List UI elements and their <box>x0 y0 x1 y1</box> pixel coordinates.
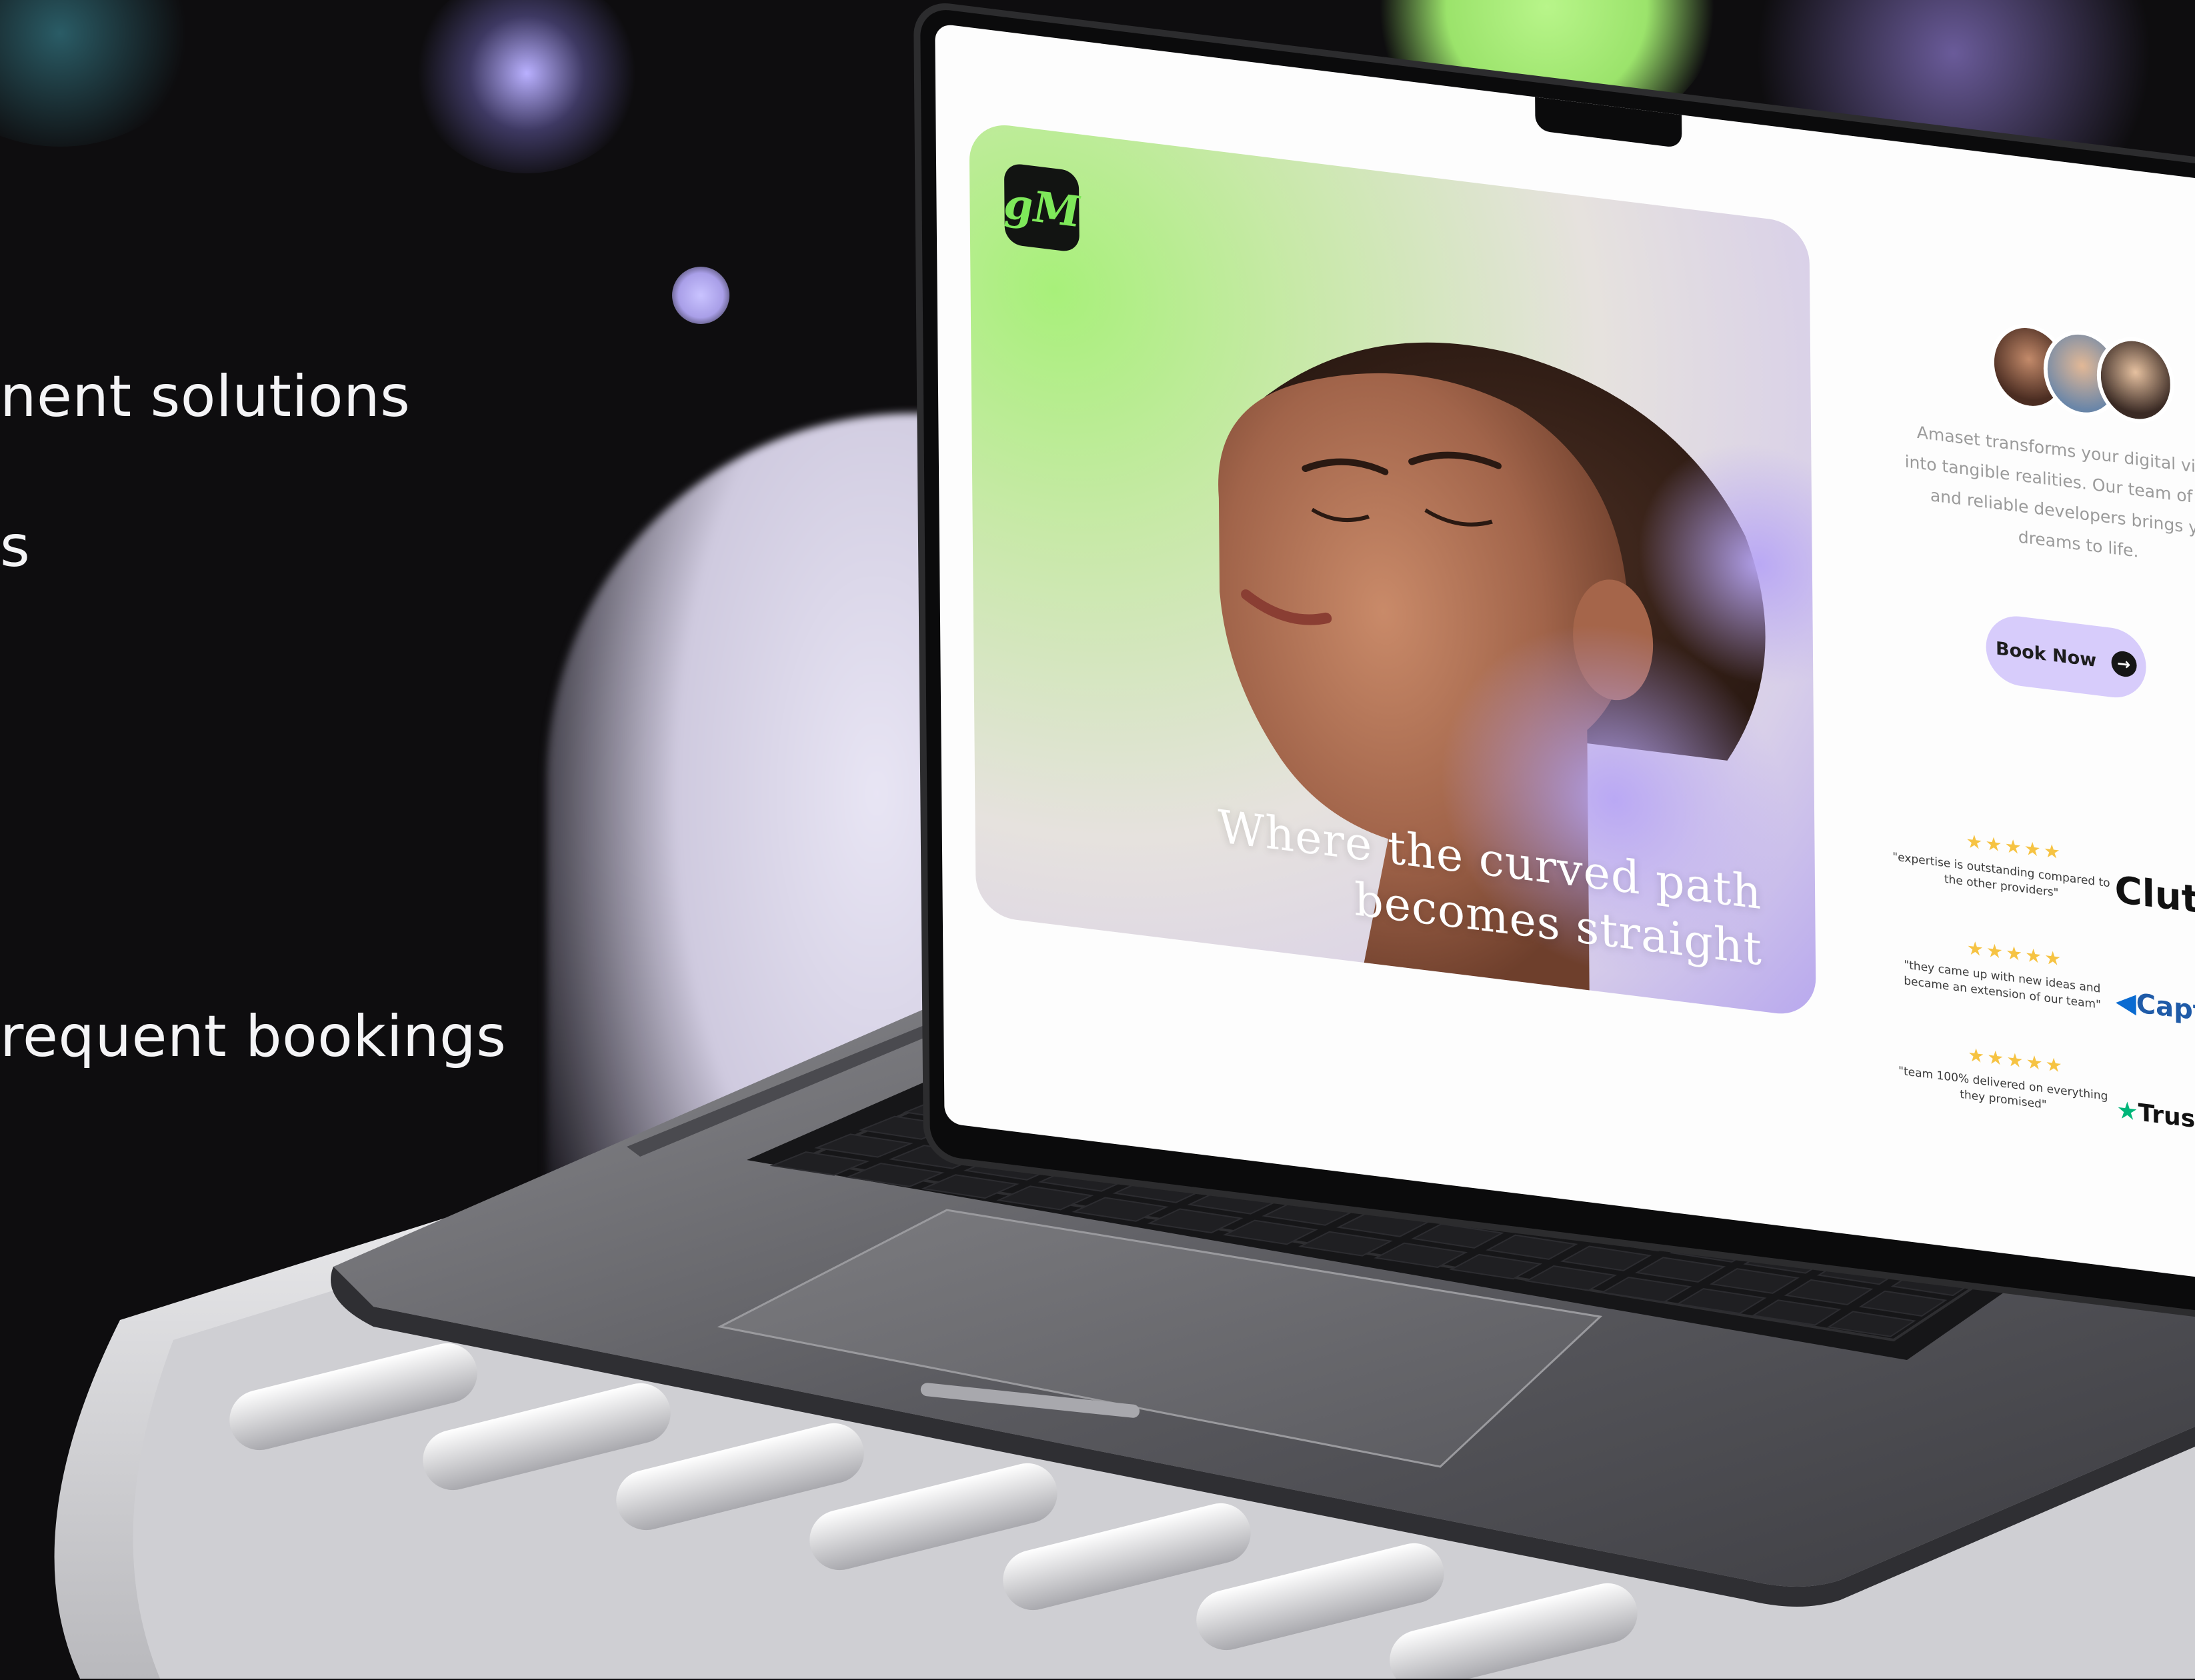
keycap <box>1858 1290 1948 1317</box>
website-viewport: gM Where the curved path becomes straigh… <box>935 23 2195 1292</box>
hero-card: gM Where the curved path becomes straigh… <box>969 121 1816 1019</box>
team-avatars <box>1990 319 2190 428</box>
capterra-label: Capterra <box>2136 988 2195 1035</box>
keycap <box>1374 1242 1468 1268</box>
keycap <box>1222 1219 1318 1245</box>
keycap <box>1826 1311 1916 1337</box>
keycap <box>769 1151 870 1176</box>
capterra-icon: ◀ <box>2115 985 2136 1019</box>
capterra-logo[interactable]: ◀Capterra <box>2116 985 2195 1035</box>
keycap <box>1784 1279 1874 1305</box>
keycap <box>1071 1197 1169 1222</box>
keycap <box>1676 1288 1767 1315</box>
book-now-label: Book Now <box>1995 637 2097 671</box>
hero-sidebar: Amaset transforms your digital visions i… <box>1882 219 2195 1163</box>
keycap <box>813 1133 913 1158</box>
keycap <box>1449 1253 1543 1280</box>
showcase-scene: nent solutions s requent bookings gM Whe… <box>0 0 2195 1680</box>
book-now-button[interactable]: Book Now → <box>1986 612 2147 702</box>
keycap <box>1709 1268 1800 1294</box>
arrow-right-icon: → <box>2110 649 2137 679</box>
keycap <box>1298 1231 1394 1257</box>
keycap <box>920 1174 1019 1199</box>
keycap <box>845 1163 945 1187</box>
keycap <box>1560 1245 1652 1271</box>
keycap <box>1634 1257 1726 1283</box>
laptop-screen: gM Where the curved path becomes straigh… <box>920 7 2195 1327</box>
keycap <box>1486 1234 1578 1260</box>
company-description: Amaset transforms your digital visions i… <box>1904 422 2195 561</box>
trustpilot-star-icon: ★ <box>2116 1096 2138 1127</box>
keycap <box>1336 1212 1431 1237</box>
keycap <box>996 1185 1094 1211</box>
keycap <box>1147 1208 1244 1234</box>
camera-notch <box>1535 97 1682 149</box>
keycap <box>1751 1299 1842 1326</box>
trustpilot-label: Trustpilot <box>2138 1099 2195 1143</box>
keycap <box>1411 1223 1504 1249</box>
keycap <box>1524 1265 1618 1291</box>
keycap <box>1600 1277 1692 1303</box>
trustpilot-logo[interactable]: ★Trustpilot <box>2116 1097 2195 1143</box>
avatar <box>2096 332 2175 428</box>
clutch-logo[interactable]: Clutch <box>2114 868 2195 928</box>
brand-logo[interactable]: gM <box>1003 162 1081 253</box>
